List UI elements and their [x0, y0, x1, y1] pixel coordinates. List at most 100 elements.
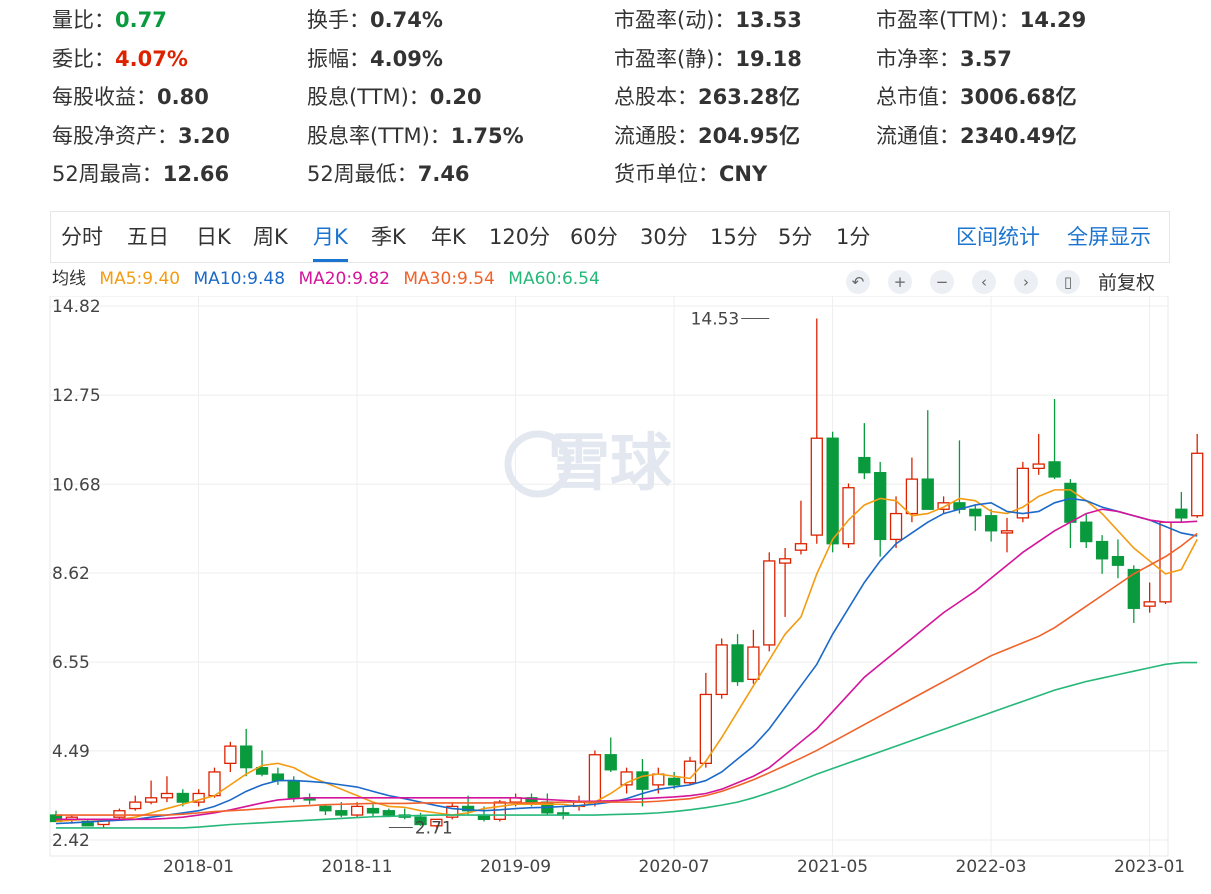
candle-down	[366, 807, 380, 814]
fullscreen-link[interactable]: 全屏显示	[1067, 224, 1151, 250]
x-tick-label: 2021-05	[797, 857, 868, 877]
candle-up	[810, 437, 823, 536]
tab-1[interactable]: 五日	[127, 224, 169, 250]
x-tick-label: 2023-01	[1114, 857, 1185, 877]
stat-label: 货币单位：	[614, 162, 719, 187]
stat-value: 204.95亿	[698, 123, 801, 148]
y-tick-label: 4.49	[52, 742, 90, 762]
candle-icon[interactable]: ▯	[1056, 270, 1080, 294]
x-tick-label: 2019-09	[480, 857, 551, 877]
zoom-out-icon[interactable]: −	[930, 270, 954, 294]
candle-up	[778, 558, 792, 564]
chevron-left-icon[interactable]: ‹	[972, 270, 996, 294]
x-tick-label: 2020-07	[639, 857, 710, 877]
ma5-legend: MA5:9.40	[99, 269, 181, 289]
stat-label: 总股本：	[614, 85, 698, 110]
stat-value: 19.18	[735, 46, 802, 71]
annotation-low-label: 2.71	[415, 819, 453, 839]
tab-9[interactable]: 30分	[640, 224, 688, 250]
candle-down	[319, 805, 332, 812]
x-tick-label: 2018-01	[163, 857, 234, 877]
tab-12[interactable]: 1分	[836, 224, 870, 250]
ma60-legend: MA60:6.54	[508, 269, 600, 289]
candle-down	[176, 792, 189, 803]
candle-down	[1048, 461, 1061, 478]
adjust-dropdown[interactable]: 前复权	[1098, 270, 1155, 296]
stat-label: 每股收益：	[52, 85, 157, 110]
stat-item: 振幅：4.09%	[307, 45, 443, 73]
stat-value: 0.74%	[370, 8, 443, 32]
tab-5[interactable]: 季K	[371, 224, 406, 250]
stat-item: 股息(TTM)：0.20	[307, 83, 482, 111]
candle-up	[1191, 452, 1204, 517]
candle-up	[113, 810, 126, 818]
candle-up	[715, 644, 728, 696]
tab-10[interactable]: 15分	[710, 224, 758, 250]
tab-6[interactable]: 年K	[431, 224, 466, 250]
stat-value: 12.66	[162, 162, 230, 187]
stat-label: 振幅：	[307, 46, 370, 71]
candle-up	[747, 646, 760, 681]
candle-up	[1032, 463, 1045, 470]
range-stats-link[interactable]: 区间统计	[956, 224, 1040, 250]
stat-item: 每股收益：0.80	[52, 83, 209, 111]
tab-4[interactable]: 月K	[313, 224, 348, 262]
candle-down	[668, 777, 681, 786]
candle-up	[889, 512, 903, 541]
candle-down	[874, 472, 887, 541]
candle-up	[652, 773, 665, 786]
tab-7[interactable]: 120分	[489, 224, 550, 250]
stat-value: 4.07%	[115, 46, 188, 71]
tab-2[interactable]: 日K	[196, 224, 231, 250]
candle-up	[1143, 601, 1156, 607]
candle-up	[1016, 467, 1029, 519]
chevron-right-icon[interactable]: ›	[1014, 270, 1038, 294]
stat-value: 7.46	[417, 162, 470, 187]
stat-label: 每股净资产：	[52, 123, 178, 148]
candle-down	[731, 644, 744, 683]
y-tick-label: 12.75	[52, 386, 101, 406]
stat-label: 市盈率(动)：	[614, 8, 736, 32]
period-tab-bar: 分时 五日 日K 周K 月K 季K 年K 120分 60分 30分 15分 5分 1分 区间统计 全屏显示	[50, 211, 1170, 263]
stat-value: 3.57	[960, 46, 1012, 71]
stat-item: 货币单位：CNY	[614, 160, 767, 188]
candle-down	[604, 754, 617, 771]
candle-down	[1175, 508, 1188, 519]
candle-up	[683, 760, 697, 784]
candle-down	[921, 478, 934, 510]
stat-label: 市盈率(TTM)：	[876, 8, 1020, 32]
stat-item: 委比：4.07%	[52, 45, 188, 73]
kline-chart: 雪球14.8212.7510.688.626.554.492.4214.532.…	[49, 296, 1204, 877]
stat-label: 52周最低：	[307, 162, 418, 187]
stat-item: 量比：0.77	[52, 6, 167, 34]
stat-value: CNY	[719, 162, 768, 187]
ma-legend: 均线 MA5:9.40 MA10:9.48 MA20:9.82 MA30:9.5…	[52, 266, 608, 292]
tab-11[interactable]: 5分	[778, 224, 812, 250]
candle-up	[129, 801, 142, 810]
candle-down	[1080, 521, 1093, 543]
y-tick-label: 14.82	[52, 297, 101, 317]
tab-8[interactable]: 60分	[570, 224, 618, 250]
tab-0[interactable]: 分时	[61, 224, 103, 250]
stat-item: 市盈率(TTM)：14.29	[876, 6, 1086, 34]
candle-down	[636, 771, 649, 790]
stat-item: 总市值：3006.68亿	[876, 83, 1077, 111]
stat-label: 总市值：	[876, 85, 960, 110]
stat-item: 流通股：204.95亿	[614, 122, 800, 150]
stat-label: 流通值：	[876, 123, 960, 148]
stat-value: 4.09%	[370, 46, 443, 71]
candle-down	[240, 745, 253, 769]
ma-legend-title: 均线	[52, 269, 86, 289]
candle-up	[1159, 521, 1172, 603]
stat-value: 0.77	[115, 8, 167, 32]
tab-3[interactable]: 周K	[253, 224, 288, 250]
candle-down	[1111, 555, 1125, 566]
stat-value: 0.80	[157, 85, 209, 110]
stat-label: 股息率(TTM)：	[307, 123, 451, 148]
zoom-in-icon[interactable]: +	[888, 270, 912, 294]
candle-down	[255, 767, 269, 775]
candle-down	[1127, 568, 1140, 609]
undo-icon[interactable]: ↶	[846, 270, 870, 294]
stat-item: 股息率(TTM)：1.75%	[307, 122, 524, 150]
stat-label: 换手：	[307, 8, 370, 32]
